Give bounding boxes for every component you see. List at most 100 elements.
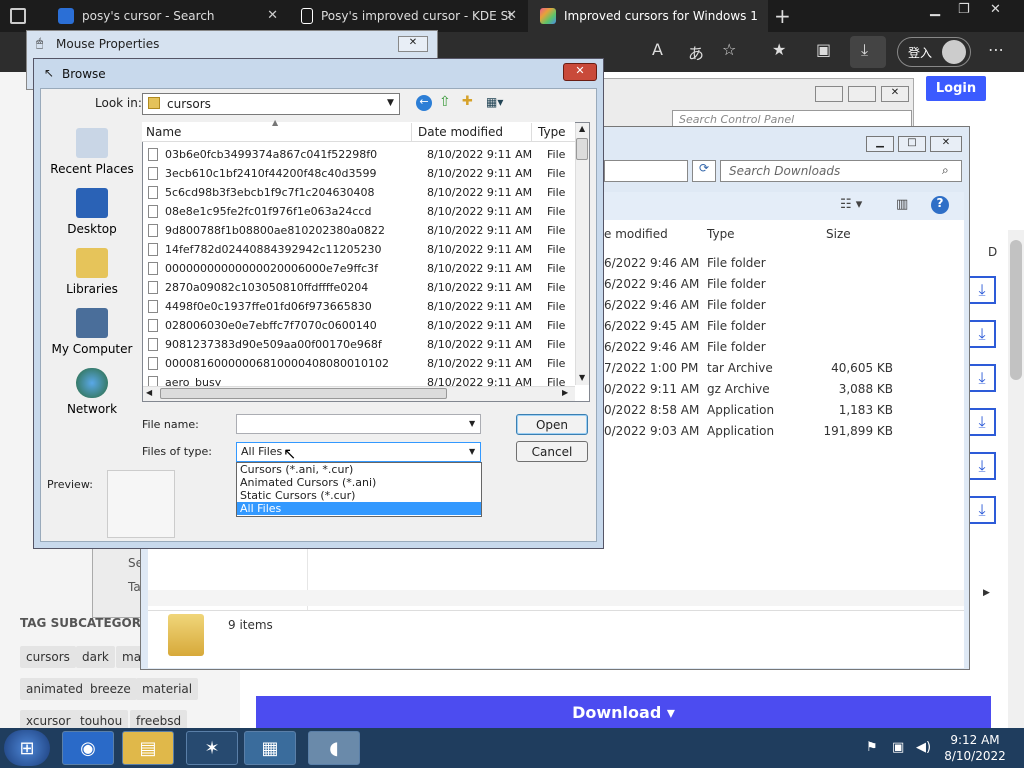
file-row[interactable]: 028006030e0e7ebffc7f7070c0600140 8/10/202… — [148, 316, 576, 335]
download-icon[interactable]: ⤓ — [968, 276, 996, 304]
download-icon[interactable]: ⤓ — [968, 320, 996, 348]
close-window-icon[interactable]: ✕ — [990, 2, 1001, 17]
network-icon[interactable]: ▣ — [892, 740, 904, 755]
up-folder-icon[interactable]: ⇧ — [439, 94, 451, 110]
add-favorite-icon[interactable]: ☆ — [722, 40, 736, 59]
volume-icon[interactable]: ◀) — [916, 740, 931, 755]
open-button[interactable]: Open — [516, 414, 588, 435]
view-options-icon[interactable]: ☷ ▾ — [840, 197, 862, 212]
file-row[interactable]: 03b6e0fcb3499374a867c041f52298f0 8/10/202… — [148, 145, 576, 164]
download-button[interactable]: Download ▾ — [256, 696, 991, 728]
place-desktop[interactable]: Desktop — [46, 188, 138, 236]
chevron-down-icon[interactable]: ▼ — [469, 419, 475, 428]
translate-icon[interactable]: あ — [688, 40, 704, 64]
place-network[interactable]: Network — [46, 368, 138, 416]
favorites-icon[interactable]: ★ — [772, 40, 786, 59]
tab-improved-cursors[interactable]: Improved cursors for Windows 1 — [528, 0, 768, 32]
chevron-down-icon[interactable]: ▼ — [387, 98, 394, 108]
column-name[interactable]: Name — [146, 125, 181, 139]
scrollbar-thumb[interactable] — [160, 388, 447, 399]
close-icon[interactable]: ✕ — [881, 86, 909, 102]
scroll-right-icon[interactable]: ▶ — [562, 388, 568, 397]
restore-icon[interactable]: ❐ — [958, 2, 970, 17]
tab-kde-store[interactable]: Posy's improved cursor - KDE St ✕ — [289, 0, 527, 32]
minimize-icon[interactable]: ▁ — [930, 2, 940, 17]
tag[interactable]: cursors — [20, 646, 76, 668]
read-aloud-icon[interactable]: A — [652, 40, 663, 59]
file-row[interactable]: 4498f0e0c1937ffe01fd06f973665830 8/10/202… — [148, 297, 576, 316]
clock[interactable]: 9:12 AM 8/10/2022 — [940, 732, 1010, 764]
vertical-scrollbar[interactable] — [575, 123, 589, 385]
type-option[interactable]: Static Cursors (*.cur) — [237, 489, 481, 502]
scroll-down-icon[interactable]: ▼ — [579, 373, 585, 382]
close-icon[interactable]: ✕ — [563, 63, 597, 81]
start-button[interactable]: ⊞ — [4, 730, 50, 766]
file-row[interactable]: 14fef782d02440884392942c11205230 8/10/202… — [148, 240, 576, 259]
scrollbar-thumb[interactable] — [576, 138, 588, 160]
collections-icon[interactable]: ▣ — [816, 40, 831, 59]
cancel-button[interactable]: Cancel — [516, 441, 588, 462]
minimize-icon[interactable]: ▁ — [866, 136, 894, 152]
scroll-left-icon[interactable]: ◀ — [146, 388, 152, 397]
file-row[interactable]: 9d800788f1b08800ae810202380a0822 8/10/202… — [148, 221, 576, 240]
column-type[interactable]: Type — [538, 125, 566, 139]
file-name-input[interactable] — [236, 414, 481, 434]
file-row[interactable]: 9081237383d90e509aa00f00170e968f 8/10/202… — [148, 335, 576, 354]
download-icon[interactable]: ⤓ — [968, 496, 996, 524]
action-center-icon[interactable]: ⚑ — [866, 740, 878, 755]
close-icon[interactable]: ✕ — [398, 36, 428, 52]
scroll-right-icon[interactable]: ▶ — [983, 588, 990, 598]
tab-search[interactable]: posy's cursor - Search ✕ — [46, 0, 288, 32]
tag[interactable]: material — [136, 678, 199, 700]
address-field[interactable] — [604, 160, 688, 182]
tag[interactable]: breeze — [84, 678, 137, 700]
type-option-selected[interactable]: All Files — [237, 502, 481, 515]
file-row[interactable]: 00000000000000020006000e7e9ffc3f 8/10/202… — [148, 259, 576, 278]
refresh-icon[interactable]: ⟳ — [692, 160, 716, 182]
chevron-down-icon[interactable]: ▼ — [469, 447, 475, 456]
look-in-combo[interactable]: cursors — [142, 93, 400, 115]
close-icon[interactable]: ✕ — [506, 8, 517, 23]
maximize-icon[interactable] — [848, 86, 876, 102]
new-folder-icon[interactable]: ✚ — [462, 94, 473, 109]
app-icon[interactable]: ✶ — [186, 731, 238, 765]
scroll-up-icon[interactable]: ▲ — [579, 124, 585, 133]
more-icon[interactable]: ⋯ — [988, 40, 1004, 59]
file-row[interactable]: 00008160000006810000408080010102 8/10/202… — [148, 354, 576, 373]
minimize-icon[interactable] — [815, 86, 843, 102]
column-header[interactable]: e modified — [604, 227, 668, 241]
column-header[interactable]: Type — [707, 227, 735, 241]
login-button[interactable]: Login — [926, 76, 986, 101]
place-my-computer[interactable]: My Computer — [46, 308, 138, 356]
place-libraries[interactable]: Libraries — [46, 248, 138, 296]
help-icon[interactable]: ? — [931, 196, 949, 214]
download-icon[interactable]: ⤓ — [968, 452, 996, 480]
downloads-search-input[interactable]: Search Downloads — [720, 160, 962, 182]
explorer-icon[interactable]: ▤ — [122, 731, 174, 765]
type-option[interactable]: Animated Cursors (*.ani) — [237, 476, 481, 489]
type-option[interactable]: Cursors (*.ani, *.cur) — [237, 463, 481, 476]
column-header[interactable]: Size — [826, 227, 851, 241]
new-tab-icon[interactable]: + — [774, 4, 791, 28]
edge-icon[interactable]: ◉ — [62, 731, 114, 765]
horizontal-scrollbar[interactable] — [148, 590, 964, 606]
files-of-type-select[interactable]: All Files — [236, 442, 481, 462]
file-row[interactable]: 3ecb610c1bf2410f44200f48c40d3599 8/10/202… — [148, 164, 576, 183]
tab-actions-icon[interactable] — [10, 8, 26, 24]
tag[interactable]: animated — [20, 678, 90, 700]
scrollbar-thumb[interactable] — [1010, 240, 1022, 380]
close-icon[interactable]: ✕ — [930, 136, 962, 152]
download-icon[interactable]: ⤓ — [968, 408, 996, 436]
file-row[interactable]: 2870a09082c103050810ffdffffe0204 8/10/202… — [148, 278, 576, 297]
close-icon[interactable]: ✕ — [267, 8, 278, 23]
download-icon[interactable]: ⤓ — [968, 364, 996, 392]
place-recent-places[interactable]: Recent Places — [46, 128, 138, 176]
file-row[interactable]: 08e8e1c95fe2fc01f976f1e063a24ccd 8/10/202… — [148, 202, 576, 221]
view-menu-icon[interactable]: ▦▾ — [486, 95, 503, 109]
control-panel-icon[interactable]: ▦ — [244, 731, 296, 765]
back-icon[interactable]: ← — [416, 95, 432, 111]
maximize-icon[interactable]: □ — [898, 136, 926, 152]
preview-pane-icon[interactable]: ▥ — [896, 197, 908, 212]
tag[interactable]: dark — [76, 646, 115, 668]
file-row[interactable]: 5c6cd98b3f3ebcb1f9c7f1c204630408 8/10/202… — [148, 183, 576, 202]
